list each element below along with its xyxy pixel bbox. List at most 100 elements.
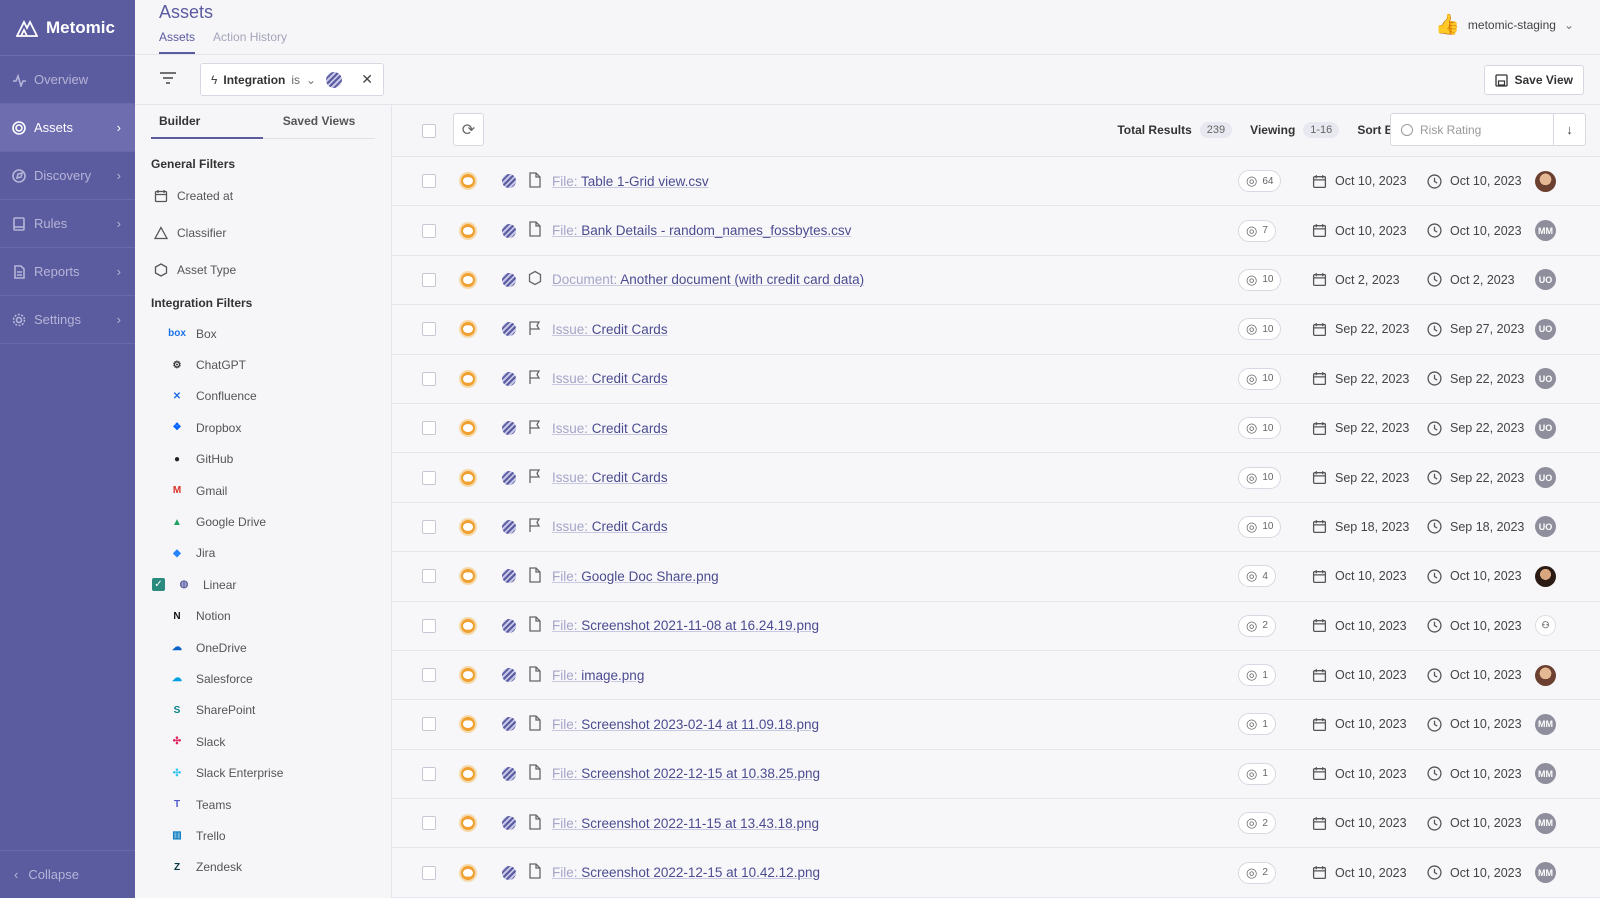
integration-filter-onedrive[interactable]: ☁ OneDrive xyxy=(135,632,391,663)
row-checkbox[interactable] xyxy=(422,174,436,189)
row-checkbox[interactable] xyxy=(422,865,436,880)
integration-filter-slack[interactable]: ✣ Slack xyxy=(135,726,391,757)
classification-badge[interactable]: ◎ 10 xyxy=(1238,268,1282,291)
integration-filter-linear[interactable]: ✓ ◍ Linear xyxy=(135,569,391,600)
integration-filter-confluence[interactable]: ✕ Confluence xyxy=(135,381,391,412)
table-row[interactable]: Document: Another document (with credit … xyxy=(392,255,1600,306)
classification-badge[interactable]: ◎ 2 xyxy=(1238,614,1276,637)
asset-link[interactable]: File: Screenshot 2022-11-15 at 13.43.18.… xyxy=(552,816,819,831)
classification-badge[interactable]: ◎ 1 xyxy=(1238,664,1276,687)
table-row[interactable]: File: image.png ◎ 1 Oct 10, 2023 Oct 10, … xyxy=(392,650,1600,701)
table-row[interactable]: File: Table 1-Grid view.csv ◎ 64 Oct 10, … xyxy=(392,157,1600,207)
asset-link[interactable]: File: Bank Details - random_names_fossby… xyxy=(552,223,851,238)
row-checkbox[interactable] xyxy=(422,421,436,436)
classification-badge[interactable]: ◎ 1 xyxy=(1238,762,1276,785)
table-row[interactable]: File: Screenshot 2023-02-14 at 11.09.18.… xyxy=(392,700,1600,750)
asset-link[interactable]: File: Google Doc Share.png xyxy=(552,569,719,584)
row-checkbox[interactable] xyxy=(422,618,436,633)
row-checkbox[interactable] xyxy=(422,717,436,732)
asset-link[interactable]: Issue: Credit Cards xyxy=(552,371,668,386)
avatar[interactable]: ⚇ xyxy=(1535,615,1556,637)
sidebar-item-assets[interactable]: Assets › xyxy=(0,104,135,152)
integration-filter-zendesk[interactable]: Z Zendesk xyxy=(135,852,391,883)
avatar[interactable]: UO xyxy=(1535,269,1556,291)
avatar[interactable]: UO xyxy=(1535,516,1556,538)
asset-link[interactable]: Issue: Credit Cards xyxy=(552,322,668,337)
integration-filter-box[interactable]: box Box xyxy=(135,318,391,349)
classification-badge[interactable]: ◎ 10 xyxy=(1238,318,1282,341)
row-checkbox[interactable] xyxy=(422,272,436,287)
refresh-button[interactable]: ⟳ xyxy=(453,113,484,146)
account-switcher[interactable]: 👍 metomic-staging ⌄ xyxy=(1435,12,1574,37)
table-row[interactable]: Issue: Credit Cards ◎ 10 Sep 22, 2023 Sep… xyxy=(392,354,1600,404)
asset-link[interactable]: Document: Another document (with credit … xyxy=(552,272,864,287)
avatar[interactable] xyxy=(1535,664,1556,686)
asset-link[interactable]: File: image.png xyxy=(552,668,644,683)
sidebar-item-reports[interactable]: Reports › xyxy=(0,248,135,296)
integration-filter-slack-enterprise[interactable]: ✣ Slack Enterprise xyxy=(135,757,391,788)
classification-badge[interactable]: ◎ 10 xyxy=(1238,515,1282,538)
avatar[interactable]: UO xyxy=(1535,467,1556,489)
sidebar-item-discovery[interactable]: Discovery › xyxy=(0,152,135,200)
avatar[interactable] xyxy=(1535,565,1556,587)
table-row[interactable]: File: Screenshot 2021-11-08 at 16.24.19.… xyxy=(392,601,1600,651)
classification-badge[interactable]: ◎ 2 xyxy=(1238,861,1276,884)
select-all-checkbox[interactable] xyxy=(422,124,436,138)
asset-link[interactable]: File: Screenshot 2022-12-15 at 10.38.25.… xyxy=(552,766,820,781)
filter-icon[interactable] xyxy=(159,70,177,86)
avatar[interactable]: UO xyxy=(1535,417,1556,439)
avatar[interactable]: MM xyxy=(1535,862,1556,884)
sidebar-item-rules[interactable]: Rules › xyxy=(0,200,135,248)
tab-builder[interactable]: Builder xyxy=(151,105,263,139)
classification-badge[interactable]: ◎ 64 xyxy=(1238,170,1282,193)
avatar[interactable]: UO xyxy=(1535,368,1556,390)
row-checkbox[interactable] xyxy=(422,223,436,238)
table-row[interactable]: File: Screenshot 2022-12-15 at 10.38.25.… xyxy=(392,749,1600,800)
avatar[interactable]: MM xyxy=(1535,812,1556,834)
avatar[interactable]: MM xyxy=(1535,763,1556,785)
row-checkbox[interactable] xyxy=(422,816,436,831)
table-row[interactable]: File: Screenshot 2022-12-15 at 10.42.12.… xyxy=(392,848,1600,898)
row-checkbox[interactable] xyxy=(422,519,436,534)
app-logo[interactable]: Metomic xyxy=(0,0,135,56)
general-filter-asset-type[interactable]: Asset Type xyxy=(135,251,391,288)
table-row[interactable]: Issue: Credit Cards ◎ 10 Sep 22, 2023 Sep… xyxy=(392,403,1600,454)
integration-filter-notion[interactable]: N Notion xyxy=(135,601,391,632)
table-row[interactable]: File: Google Doc Share.png ◎ 4 Oct 10, 20… xyxy=(392,552,1600,602)
row-checkbox[interactable] xyxy=(422,668,436,683)
asset-link[interactable]: File: Screenshot 2022-12-15 at 10.42.12.… xyxy=(552,865,820,880)
sort-direction-button[interactable]: ↓ xyxy=(1553,114,1585,145)
integration-filter-dropbox[interactable]: ❖ Dropbox xyxy=(135,412,391,443)
classification-badge[interactable]: ◎ 10 xyxy=(1238,466,1282,489)
classification-badge[interactable]: ◎ 2 xyxy=(1238,812,1276,835)
asset-link[interactable]: File: Table 1-Grid view.csv xyxy=(552,174,709,189)
tab-action-history[interactable]: Action History xyxy=(213,30,287,54)
row-checkbox[interactable] xyxy=(422,569,436,584)
classification-badge[interactable]: ◎ 10 xyxy=(1238,417,1282,440)
asset-link[interactable]: Issue: Credit Cards xyxy=(552,470,668,485)
save-view-button[interactable]: Save View xyxy=(1483,65,1584,95)
asset-link[interactable]: File: Screenshot 2023-02-14 at 11.09.18.… xyxy=(552,717,819,732)
row-checkbox[interactable] xyxy=(422,371,436,386)
table-row[interactable]: File: Screenshot 2022-11-15 at 13.43.18.… xyxy=(392,799,1600,849)
integration-filter-github[interactable]: ● GitHub xyxy=(135,444,391,475)
sidebar-item-overview[interactable]: Overview xyxy=(0,56,135,104)
sort-select[interactable]: Risk Rating ↓ xyxy=(1390,113,1586,146)
integration-filter-salesforce[interactable]: ☁ Salesforce xyxy=(135,663,391,694)
classification-badge[interactable]: ◎ 7 xyxy=(1238,219,1276,242)
close-icon[interactable]: ✕ xyxy=(361,71,373,88)
integration-filter-sharepoint[interactable]: S SharePoint xyxy=(135,695,391,726)
asset-link[interactable]: Issue: Credit Cards xyxy=(552,519,668,534)
chip-operator[interactable]: is xyxy=(291,73,300,87)
integration-filter-gmail[interactable]: M Gmail xyxy=(135,475,391,506)
asset-link[interactable]: Issue: Credit Cards xyxy=(552,421,668,436)
sidebar-item-settings[interactable]: Settings › xyxy=(0,296,135,344)
tab-assets[interactable]: Assets xyxy=(159,30,196,54)
integration-filter-google-drive[interactable]: ▲ Google Drive xyxy=(135,506,391,537)
collapse-button[interactable]: ‹ Collapse xyxy=(0,850,135,898)
table-row[interactable]: Issue: Credit Cards ◎ 10 Sep 22, 2023 Sep… xyxy=(392,453,1600,503)
integration-filter-trello[interactable]: ▥ Trello xyxy=(135,820,391,851)
table-row[interactable]: Issue: Credit Cards ◎ 10 Sep 22, 2023 Sep… xyxy=(392,305,1600,355)
tab-saved-views[interactable]: Saved Views xyxy=(263,105,375,139)
avatar[interactable]: UO xyxy=(1535,318,1556,340)
